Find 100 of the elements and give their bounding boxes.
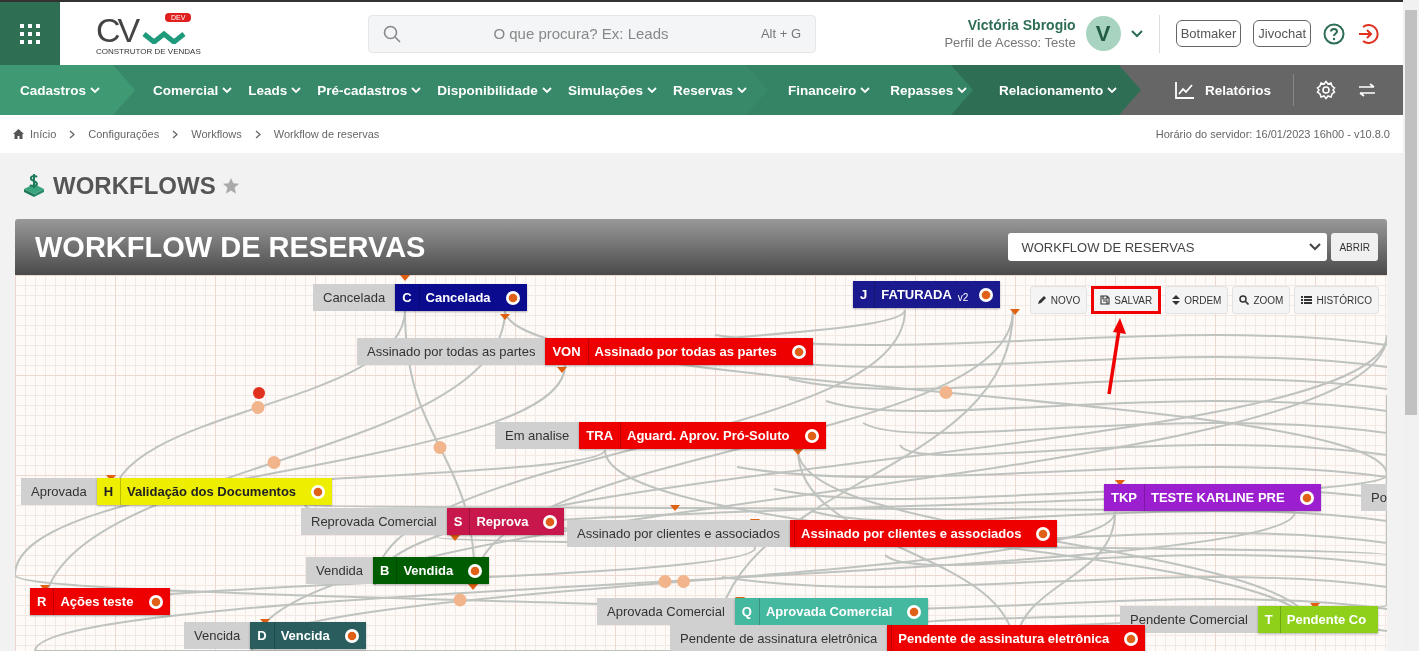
port-icon[interactable]: [343, 627, 360, 644]
arrowhead-icon: [670, 505, 680, 511]
chevron-down-icon: [646, 86, 657, 94]
breadcrumb-link[interactable]: Workflows: [191, 128, 242, 140]
toolbar-button[interactable]: ZOOM: [1232, 286, 1291, 314]
node-title: Vencida: [279, 628, 331, 643]
logo-text: CV: [96, 11, 138, 48]
nav-menu-item[interactable]: Simulações: [567, 82, 657, 98]
state-label[interactable]: Po: [1361, 484, 1387, 511]
workflow-node[interactable]: Assinado por clientes e associados: [790, 520, 1058, 547]
state-label[interactable]: Pendente Comercial: [1120, 606, 1258, 633]
home-icon: [13, 129, 24, 139]
state-label[interactable]: Assinado por todas as partes: [357, 338, 546, 365]
breadcrumb-link[interactable]: Workflow de reservas: [273, 128, 380, 140]
nav-menu-item[interactable]: Reservas: [672, 82, 747, 98]
node-title: Assinado por todas as partes: [593, 344, 778, 359]
toolbar-button[interactable]: HISTÓRICO: [1294, 286, 1379, 314]
workflow-node[interactable]: C Cancelada: [395, 284, 527, 311]
search-icon: [1239, 295, 1250, 305]
grid-icon: [19, 22, 41, 45]
node-code: TRA: [579, 422, 622, 449]
list-icon: [1301, 295, 1313, 305]
workflow-node[interactable]: TKP TESTE KARLINE PRE: [1104, 484, 1321, 511]
state-label[interactable]: Aprovada: [21, 478, 97, 505]
state-label[interactable]: Vencida: [184, 622, 251, 649]
chevron-down-icon: [957, 86, 968, 94]
nav-menu-item[interactable]: Financeiro: [788, 82, 871, 98]
save-icon: [1100, 295, 1111, 305]
workflow-node[interactable]: TRA Aguard. Aprov. Pró-Soluto: [579, 422, 826, 449]
workflow-node[interactable]: Pendente de assinatura eletrônica: [887, 625, 1146, 651]
scrollbar[interactable]: [1403, 0, 1419, 651]
port-icon[interactable]: [1298, 489, 1315, 506]
node-code: J: [853, 281, 876, 308]
search-icon: [383, 24, 401, 43]
state-label[interactable]: Aprovada Comercial: [597, 598, 735, 625]
waypoint-dot[interactable]: [433, 441, 447, 454]
state-label[interactable]: Assinado por clientes e associados: [567, 520, 791, 547]
state-label[interactable]: Cancelada: [313, 284, 396, 311]
user-avatar[interactable]: V: [1085, 16, 1121, 51]
node-title: Ações teste: [59, 594, 135, 609]
port-icon[interactable]: [467, 562, 484, 579]
sort-icon: [1172, 295, 1181, 305]
workflow-node[interactable]: S Reprova: [446, 508, 565, 535]
nav-menu-item[interactable]: Pré-cadastros: [317, 82, 422, 98]
nav-menu-item[interactable]: Disponibilidade: [437, 82, 552, 98]
port-icon[interactable]: [504, 289, 521, 306]
node-code: B: [373, 557, 398, 584]
node-code: S: [446, 508, 471, 535]
node-code: R: [30, 588, 55, 615]
workflow-node[interactable]: B Vendida: [373, 557, 490, 584]
workflow-node[interactable]: VON Assinado por todas as partes: [545, 338, 813, 365]
chevron-down-icon[interactable]: [1130, 29, 1143, 38]
apps-menu-button[interactable]: [0, 2, 60, 65]
waypoint-dot[interactable]: [267, 456, 281, 469]
open-button[interactable]: ABRIR: [1331, 233, 1378, 261]
star-icon[interactable]: [221, 177, 240, 195]
workflow-node[interactable]: H Validação dos Documentos: [96, 478, 333, 505]
node-title: Aguard. Aprov. Pró-Soluto: [626, 428, 791, 443]
breadcrumb-link[interactable]: Configurações: [88, 128, 160, 140]
waypoint-dot[interactable]: [251, 401, 265, 414]
waypoint-dot[interactable]: [453, 593, 467, 607]
waypoint-dot[interactable]: [253, 387, 265, 399]
toolbar-button[interactable]: SALVAR: [1091, 286, 1162, 314]
nav-menu-item[interactable]: Relacionamento: [999, 82, 1118, 98]
state-label[interactable]: Vendida: [306, 557, 373, 584]
workflow-node[interactable]: D Vencida: [250, 622, 366, 649]
waypoint-dot[interactable]: [658, 575, 672, 588]
chevron-down-icon: [1309, 243, 1322, 251]
state-label[interactable]: Pendente de assinatura eletrônica: [670, 625, 888, 651]
settings-icon[interactable]: [1316, 80, 1337, 100]
node-title: Aprovada Comercial: [764, 604, 894, 619]
waypoint-dot[interactable]: [677, 575, 690, 588]
nav-menu-item[interactable]: Repasses: [890, 82, 968, 98]
nav-menu-item[interactable]: Leads: [248, 82, 302, 98]
chevron-down-icon: [90, 86, 101, 94]
reports-link[interactable]: Relatórios: [1175, 81, 1272, 99]
logout-icon[interactable]: [1357, 22, 1379, 45]
search-input[interactable]: O que procura? Ex: Leads: [411, 24, 751, 43]
waypoint-dot[interactable]: [939, 386, 953, 399]
node-code: TKP: [1104, 484, 1145, 511]
swap-icon[interactable]: [1358, 83, 1377, 97]
money-box-icon: [21, 173, 47, 199]
arrowhead-icon: [500, 314, 510, 320]
chat-button[interactable]: Botmaker: [1175, 20, 1242, 47]
chat-button[interactable]: Jivochat: [1253, 20, 1311, 47]
nav-menu-item[interactable]: Comercial: [153, 82, 233, 98]
workflow-select[interactable]: WORKFLOW DE RESERVAS: [1008, 233, 1328, 261]
chevron-down-icon: [222, 86, 233, 94]
help-icon[interactable]: [1323, 22, 1345, 45]
toolbar-button[interactable]: NOVO: [1029, 286, 1088, 314]
workflow-node[interactable]: R Ações teste: [30, 588, 170, 615]
breadcrumb-link[interactable]: Início: [30, 128, 57, 140]
toolbar-button[interactable]: ORDEM: [1165, 286, 1229, 314]
workflow-node[interactable]: J FATURADA v2: [853, 281, 1001, 308]
state-label[interactable]: Reprovada Comercial: [301, 508, 447, 535]
port-icon[interactable]: [978, 286, 995, 303]
node-title: Pendente de assinatura eletrônica: [897, 631, 1111, 646]
arrowhead-icon: [1115, 480, 1125, 486]
state-label[interactable]: Em analise: [495, 422, 580, 449]
search-field[interactable]: O que procura? Ex: Leads Alt + G: [368, 14, 816, 53]
